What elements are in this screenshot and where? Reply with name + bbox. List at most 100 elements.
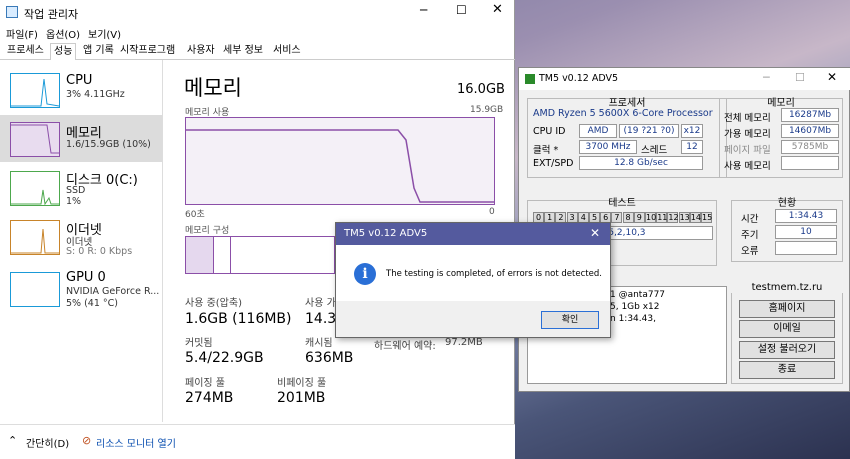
disk-thumbnail xyxy=(10,171,60,206)
load-settings-button[interactable]: 설정 불러오기 xyxy=(739,341,835,359)
menu-file[interactable]: 파일(F) xyxy=(6,26,38,41)
dialog-message: The testing is completed, of errors is n… xyxy=(386,269,602,279)
fewer-details-link[interactable]: 간단히(D) xyxy=(26,435,69,450)
sidebar-item-gpu[interactable]: GPU 0 NVIDIA GeForce R... 5% (41 °C) xyxy=(0,267,162,315)
cycle-label: 주기 xyxy=(741,230,759,241)
menu-view[interactable]: 보기(V) xyxy=(88,26,121,41)
log-text: 1 @anta777 5, 1Gb x12 n 1:34.43, xyxy=(610,289,665,325)
cpuid-value: (19 ?21 ?0) xyxy=(619,124,679,138)
test-cell: 9 xyxy=(633,212,645,223)
maximize-icon[interactable]: ☐ xyxy=(795,71,805,84)
close-icon[interactable]: ✕ xyxy=(590,226,600,240)
sidebar-item-sub: 1.6/15.9GB (10%) xyxy=(66,139,151,150)
close-icon[interactable]: ✕ xyxy=(492,2,503,17)
log-line: 5, 1Gb x12 xyxy=(610,302,660,312)
tab-services[interactable]: 서비스 xyxy=(270,43,304,60)
exit-button[interactable]: 종료 xyxy=(739,361,835,379)
dialog-title-bar: TM5 v0.12 ADV5 xyxy=(336,223,610,245)
ethernet-thumbnail xyxy=(10,220,60,255)
memory-composition-bar xyxy=(185,236,335,274)
info-icon: i xyxy=(354,263,376,285)
resource-monitor-icon: ⊘ xyxy=(82,434,92,447)
page-label: 페이지 파일 xyxy=(724,145,771,156)
menu-options[interactable]: 옵션(O) xyxy=(46,26,80,41)
test-cell: 7 xyxy=(611,212,623,223)
tab-processes[interactable]: 프로세스 xyxy=(4,43,47,60)
sidebar-item-cpu[interactable]: CPU 3% 4.11GHz xyxy=(0,60,162,108)
in-use-value: 1.6GB (116MB) xyxy=(185,311,292,327)
footer: ⌃ 간단히(D) ⊘ 리소스 모니터 열기 xyxy=(0,424,515,459)
sidebar-item-label: CPU xyxy=(66,73,93,88)
log-line: n 1:34.43, xyxy=(610,314,656,324)
available-label: 사용 가 xyxy=(305,298,336,309)
errors-label: 오류 xyxy=(741,246,759,257)
sidebar-item-sub: SSD xyxy=(66,185,86,196)
paged-pool-value: 274MB xyxy=(185,390,234,406)
cycle-value: 10 xyxy=(775,225,837,239)
avail-value: 14607Mb xyxy=(781,124,839,138)
cached-label: 캐시됨 xyxy=(305,338,333,349)
title-bar: 작업 관리자 ─ ☐ ✕ xyxy=(0,0,515,25)
cpuid-vendor: AMD xyxy=(579,124,617,138)
processor-title: 프로세서 xyxy=(608,98,646,109)
sidebar-item-sub2: 5% (41 °C) xyxy=(66,298,118,309)
minimize-icon[interactable]: ─ xyxy=(420,3,427,17)
in-use-label: 사용 중(압축) xyxy=(185,298,242,309)
ok-button[interactable]: 확인 xyxy=(541,311,599,329)
committed-label: 커밋됨 xyxy=(185,338,213,349)
tab-details[interactable]: 세부 정보 xyxy=(220,43,266,60)
used-label: 사용 메모리 xyxy=(724,161,771,172)
cpu-thumbnail xyxy=(10,73,60,108)
nonpaged-pool-value: 201MB xyxy=(277,390,326,406)
menu-bar: 파일(F) 옵션(O) 보기(V) xyxy=(0,25,515,41)
processor-name: AMD Ryzen 5 5600X 6-Core Processor xyxy=(533,108,713,119)
memory-thumbnail xyxy=(10,122,60,157)
test-title: 테스트 xyxy=(608,198,636,209)
sidebar-item-memory[interactable]: 메모리 1.6/15.9GB (10%) xyxy=(0,115,162,162)
cached-value: 636MB xyxy=(305,350,354,366)
memory-usage-graph xyxy=(185,117,495,205)
time-right-label: 0 xyxy=(489,207,495,217)
maximize-icon[interactable]: ☐ xyxy=(456,3,467,17)
completion-dialog: TM5 v0.12 ADV5 ✕ i The testing is comple… xyxy=(335,222,611,338)
chevron-up-icon[interactable]: ⌃ xyxy=(8,434,17,447)
tab-users[interactable]: 사용자 xyxy=(184,43,218,60)
gpu-thumbnail xyxy=(10,272,60,307)
paged-pool-label: 페이징 풀 xyxy=(185,378,225,389)
tab-performance[interactable]: 성능 xyxy=(50,43,77,60)
tm5-title-bar: TM5 v0.12 ADV5 ─ ☐ ✕ xyxy=(519,68,850,90)
test-cell: 15 xyxy=(701,212,713,223)
homepage-button[interactable]: 홈페이지 xyxy=(739,300,835,318)
sidebar-item-disk[interactable]: 디스크 0(C:) SSD 1% xyxy=(0,163,162,211)
minimize-icon[interactable]: ─ xyxy=(763,71,770,84)
test-cell: 11 xyxy=(656,212,668,223)
test-cell: 10 xyxy=(645,212,657,223)
sidebar-item-sub2: 1% xyxy=(66,196,82,207)
usage-max: 15.9GB xyxy=(470,105,504,115)
page-value: 5785Mb xyxy=(781,140,839,154)
thread-label: 스레드 xyxy=(641,145,668,156)
resource-monitor-link[interactable]: 리소스 모니터 열기 xyxy=(96,435,176,450)
sidebar-item-label: GPU 0 xyxy=(66,270,106,285)
tab-bar: 프로세스 성능 앱 기록 시작프로그램 사용자 세부 정보 서비스 xyxy=(0,41,515,60)
sidebar-item-ethernet[interactable]: 이더넷 이더넷 S: 0 R: 0 Kbps xyxy=(0,215,162,263)
hw-reserved-label: 하드웨어 예약: xyxy=(374,341,436,352)
dialog-title: TM5 v0.12 ADV5 xyxy=(344,228,428,239)
log-line: 1 @anta777 xyxy=(610,290,666,300)
tab-startup[interactable]: 시작프로그램 xyxy=(117,43,178,60)
tm5-app-icon xyxy=(525,74,535,84)
test-cell: 8 xyxy=(622,212,634,223)
thread-value: 12 xyxy=(681,140,703,154)
test-cell: 12 xyxy=(667,212,679,223)
threads-x: x12 xyxy=(681,124,703,138)
status-title: 현황 xyxy=(777,198,797,209)
clock-label: 클럭 * xyxy=(533,145,559,156)
email-button[interactable]: 이메일 xyxy=(739,320,835,338)
window-title: 작업 관리자 xyxy=(24,8,79,21)
ext-value: 12.8 Gb/sec xyxy=(579,156,703,170)
hw-reserved-value: 97.2MB xyxy=(445,337,483,348)
tab-app-history[interactable]: 앱 기록 xyxy=(80,43,117,60)
clock-value: 3700 MHz xyxy=(579,140,637,154)
close-icon[interactable]: ✕ xyxy=(827,70,837,84)
site-title: testmem.tz.ru xyxy=(731,282,843,293)
